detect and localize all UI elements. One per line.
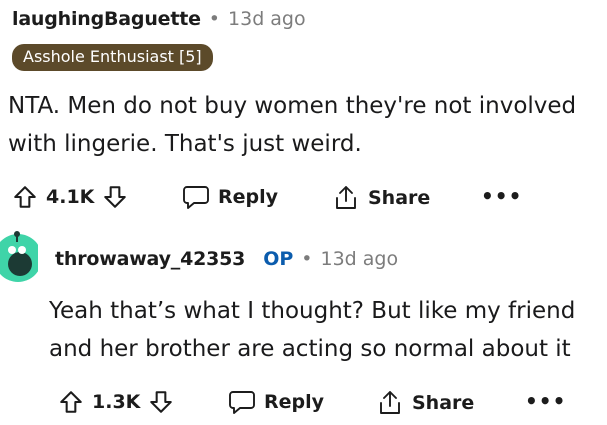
reply-comment-header: throwaway_42353 OP • 13d ago [55, 248, 398, 270]
parent-vote-group: 4.1K [12, 184, 128, 210]
reply-body-line-1: Yeah that’s what I thought? But like my … [49, 298, 576, 324]
reply-share-button[interactable]: Share [376, 389, 474, 417]
parent-timestamp[interactable]: 13d ago [228, 8, 306, 30]
share-icon [376, 389, 404, 417]
meta-separator: • [208, 8, 221, 30]
parent-body-line-1: NTA. Men do not buy women they're not in… [8, 93, 577, 119]
reply-reply-button[interactable]: Reply [228, 389, 324, 415]
comment-bubble-icon [182, 184, 210, 210]
reply-action-bar: 1.3K Reply Share ••• [58, 385, 603, 421]
reply-vote-count: 1.3K [92, 391, 141, 413]
parent-share-button[interactable]: Share [332, 184, 430, 212]
reply-reply-label: Reply [264, 391, 325, 413]
upvote-icon[interactable] [58, 389, 84, 415]
reply-timestamp[interactable]: 13d ago [320, 248, 398, 270]
parent-body-line-2: with lingerie. That's just weird. [8, 131, 362, 157]
share-icon [332, 184, 360, 212]
parent-reply-button[interactable]: Reply [182, 184, 278, 210]
parent-comment-header: laughingBaguette • 13d ago [12, 8, 306, 30]
parent-reply-label: Reply [218, 186, 279, 208]
downvote-icon[interactable] [148, 389, 174, 415]
meta-separator: • [301, 248, 313, 270]
reply-body-line-2: and her brother are acting so normal abo… [49, 336, 571, 362]
avatar[interactable] [0, 228, 38, 286]
reply-comment-body: Yeah that’s what I thought? But like my … [49, 292, 575, 368]
user-flair: Asshole Enthusiast [5] [12, 44, 213, 71]
parent-comment-body: NTA. Men do not buy women they're not in… [8, 87, 576, 163]
parent-action-bar: 4.1K Reply Share ••• [12, 180, 602, 216]
downvote-icon[interactable] [102, 184, 128, 210]
parent-username[interactable]: laughingBaguette [12, 8, 201, 30]
reply-username[interactable]: throwaway_42353 [55, 248, 245, 270]
comment-bubble-icon [228, 389, 256, 415]
reply-share-label: Share [412, 392, 475, 414]
upvote-icon[interactable] [12, 184, 38, 210]
parent-more-options-icon[interactable]: ••• [481, 184, 522, 208]
reply-more-options-icon[interactable]: ••• [525, 389, 566, 413]
parent-vote-count: 4.1K [46, 186, 95, 208]
parent-share-label: Share [368, 187, 431, 209]
op-badge: OP [263, 248, 294, 270]
reply-vote-group: 1.3K [58, 389, 174, 415]
